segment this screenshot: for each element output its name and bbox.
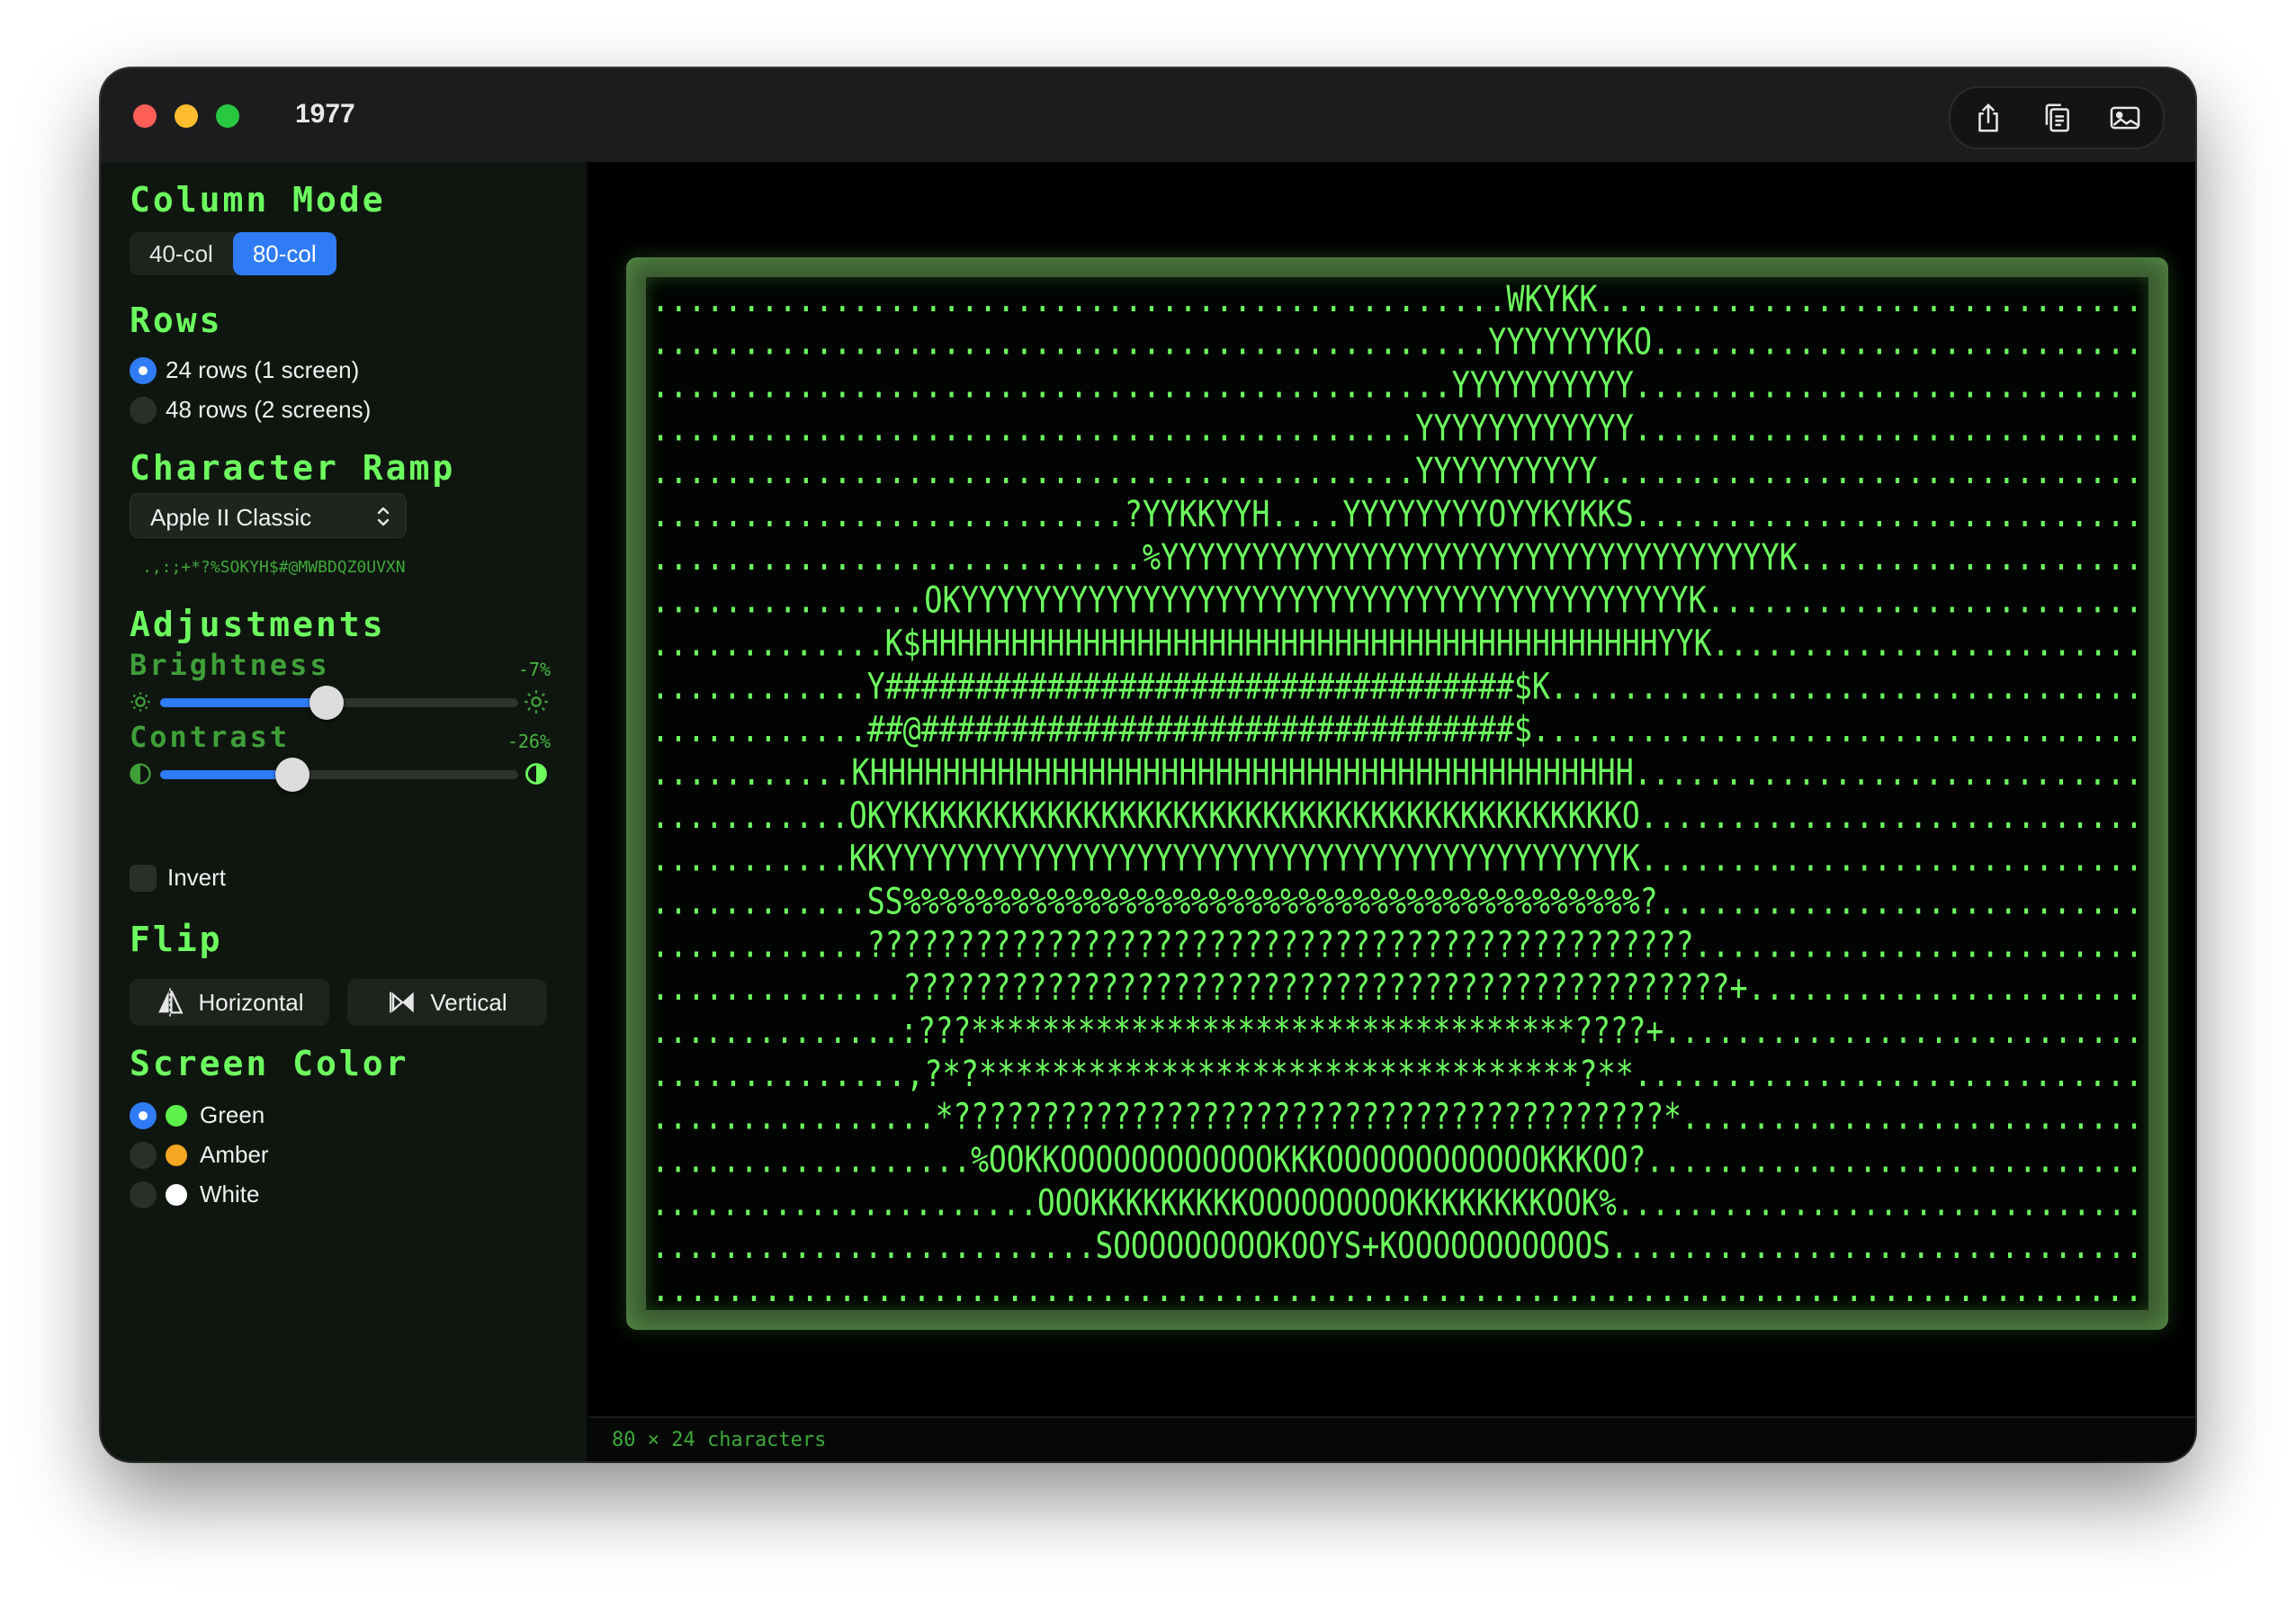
contrast-slider[interactable] — [160, 758, 518, 792]
ascii-row: ........................................… — [651, 365, 2143, 407]
ascii-row: ........................................… — [651, 451, 2143, 492]
copy-icon[interactable] — [2037, 98, 2076, 138]
column-mode-segmented-control: 40-col 80-col — [130, 232, 336, 275]
brightness-slider[interactable] — [160, 686, 518, 720]
adjustments-heading: Adjustments — [130, 605, 386, 644]
crt-bezel: ........................................… — [626, 257, 2168, 1330]
toolbar-actions — [1949, 86, 2165, 149]
white-swatch-icon — [166, 1183, 187, 1206]
ascii-row: ................*???????????????????????… — [651, 1097, 2143, 1138]
contrast-label: Contrast — [130, 720, 291, 754]
ramp-preview: .,:;+*?%SOKYH$#@MWBDQZ0UVXN — [142, 558, 406, 577]
close-button[interactable] — [133, 104, 157, 128]
contrast-high-icon — [525, 763, 547, 785]
slider-knob[interactable] — [275, 758, 310, 792]
rows-option-label: 48 rows (2 screens) — [166, 396, 372, 423]
flip-vertical-button[interactable]: Vertical — [347, 979, 547, 1026]
radio-button[interactable] — [130, 396, 157, 424]
screen-color-label: Green — [200, 1101, 265, 1128]
zoom-button[interactable] — [216, 104, 239, 128]
ascii-row: ........................................… — [651, 322, 2143, 364]
title-bar: 1977 — [101, 68, 2195, 164]
invert-label: Invert — [167, 864, 227, 891]
ascii-row: ...............OKYYYYYYYYYYYYYYYYYYYYYYY… — [651, 580, 2143, 622]
sun-dim-icon — [130, 692, 150, 712]
ascii-row: ...........OKYKKKKKKKKKKKKKKKKKKKKKKKKKK… — [651, 795, 2143, 837]
green-swatch-icon — [166, 1104, 187, 1127]
radio-button[interactable] — [130, 1141, 157, 1169]
minimize-button[interactable] — [175, 104, 198, 128]
brightness-label: Brightness — [130, 648, 330, 682]
screen-color-heading: Screen Color — [130, 1044, 409, 1083]
slider-fill — [160, 770, 293, 779]
checkbox[interactable] — [130, 864, 157, 892]
slider-knob[interactable] — [309, 686, 345, 720]
flip-heading: Flip — [130, 920, 223, 959]
radio-button[interactable] — [130, 356, 157, 384]
app-window: 1977 Column Mode 40-col 80-col Rows 24 r… — [101, 68, 2195, 1461]
contrast-value: -26% — [507, 731, 551, 752]
brightness-value: -7% — [517, 659, 551, 680]
character-ramp-select[interactable]: Apple II Classic — [130, 493, 407, 538]
status-bar: 80 × 24 characters — [588, 1416, 2195, 1461]
ascii-row: ............##@#########################… — [651, 709, 2143, 750]
ascii-art: ........................................… — [651, 279, 2143, 1310]
ascii-row: ............SS%%%%%%%%%%%%%%%%%%%%%%%%%%… — [651, 882, 2143, 923]
ascii-row: .........................SOOOOOOOOOKOOYS… — [651, 1225, 2143, 1267]
segment-40-col[interactable]: 40-col — [130, 232, 233, 275]
flip-horizontal-label: Horizontal — [198, 988, 304, 1016]
ascii-row: ........................................… — [651, 279, 2143, 320]
contrast-low-icon — [130, 763, 151, 785]
ascii-row: ..............??????????????????????????… — [651, 967, 2143, 1009]
ascii-row: ..............,?*?**********************… — [651, 1054, 2143, 1095]
sun-bright-icon — [525, 690, 548, 714]
flip-vertical-label: Vertical — [430, 988, 507, 1016]
share-icon[interactable] — [1969, 98, 2008, 138]
rows-heading: Rows — [130, 301, 223, 340]
ascii-row: ...........KHHHHHHHHHHHHHHHHHHHHHHHHHHHH… — [651, 752, 2143, 794]
radio-button[interactable] — [130, 1101, 157, 1129]
ascii-screen: ........................................… — [646, 277, 2148, 1310]
screen-color-label: Amber — [200, 1141, 269, 1168]
ascii-row: ...........KKYYYYYYYYYYYYYYYYYYYYYYYYYYY… — [651, 839, 2143, 880]
ascii-row: ............????????????????????????????… — [651, 924, 2143, 965]
flip-vertical-icon — [390, 992, 415, 1013]
window-title: 1977 — [295, 99, 355, 129]
ascii-row: .............K$HHHHHHHHHHHHHHHHHHHHHHHHH… — [651, 624, 2143, 665]
rows-option-48[interactable]: 48 rows (2 screens) — [130, 396, 371, 424]
screen-color-green[interactable]: Green — [130, 1101, 265, 1129]
ascii-row: ..................%OOKKOOOOOOOOOOOOKKKOO… — [651, 1140, 2143, 1181]
radio-button[interactable] — [130, 1181, 157, 1208]
ascii-row: ............Y###########################… — [651, 666, 2143, 707]
ascii-row: ...........................%YYYYYYYYYYYY… — [651, 537, 2143, 579]
flip-horizontal-button[interactable]: Horizontal — [130, 979, 329, 1026]
screen-color-label: White — [200, 1181, 260, 1207]
screen-color-amber[interactable]: Amber — [130, 1141, 269, 1169]
image-icon[interactable] — [2105, 98, 2145, 138]
ascii-row: ..............:???**********************… — [651, 1010, 2143, 1052]
flip-horizontal-icon — [158, 988, 184, 1017]
rows-option-24[interactable]: 24 rows (1 screen) — [130, 356, 359, 384]
rows-option-label: 24 rows (1 screen) — [166, 356, 360, 383]
select-value: Apple II Classic — [150, 504, 312, 531]
status-text: 80 × 24 characters — [612, 1429, 827, 1451]
ascii-row: ......................OOOKKKKKKKKKOOOOOO… — [651, 1182, 2143, 1224]
column-mode-heading: Column Mode — [130, 180, 386, 220]
screen-color-white[interactable]: White — [130, 1181, 259, 1208]
chevron-up-down-icon — [377, 507, 390, 526]
amber-swatch-icon — [166, 1144, 187, 1166]
character-ramp-heading: Character Ramp — [130, 448, 456, 488]
sidebar: Column Mode 40-col 80-col Rows 24 rows (… — [101, 162, 588, 1461]
ascii-row: ........................................… — [651, 1269, 2143, 1310]
segment-80-col[interactable]: 80-col — [232, 232, 336, 275]
ascii-row: ..........................?YYKKYYH....YY… — [651, 494, 2143, 535]
invert-checkbox[interactable]: Invert — [130, 864, 226, 892]
slider-fill — [160, 698, 327, 707]
ascii-row: ........................................… — [651, 408, 2143, 449]
preview-area: ........................................… — [588, 162, 2195, 1461]
